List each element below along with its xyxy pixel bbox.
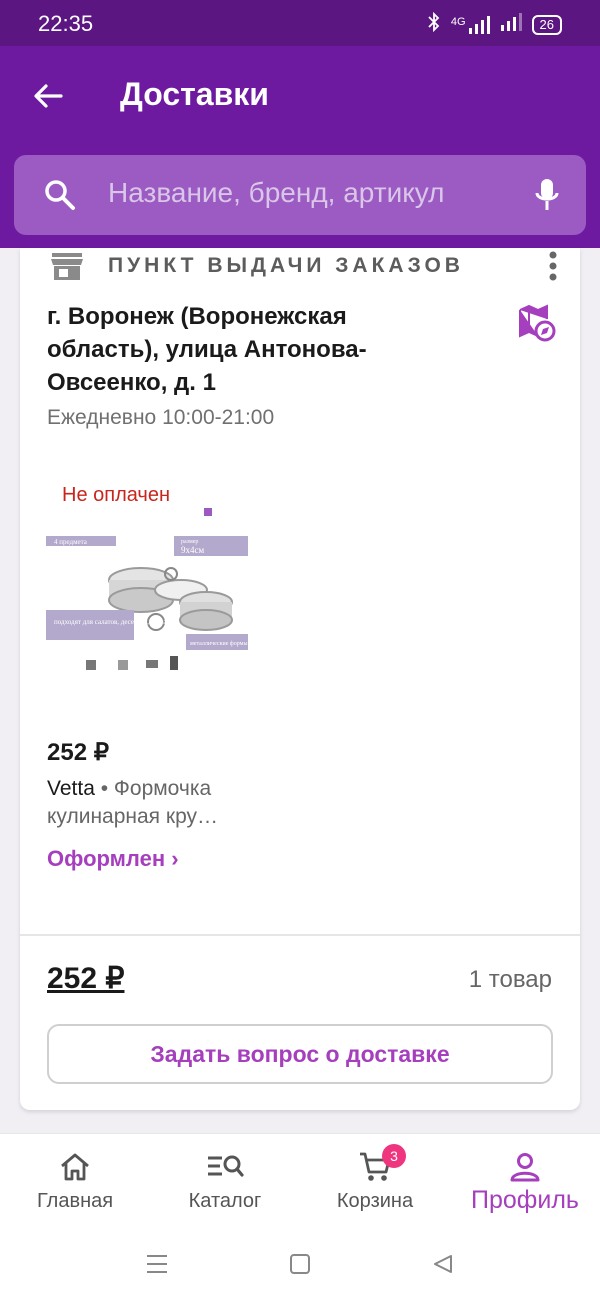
item-description[interactable]: Vetta • Формочка кулинарная кру… [47, 775, 267, 831]
more-vertical-icon[interactable] [546, 250, 560, 287]
bluetooth-icon [427, 11, 441, 37]
working-hours: Ежедневно 10:00-21:00 [47, 406, 275, 429]
catalog-search-icon [206, 1150, 244, 1184]
search-icon [42, 177, 76, 216]
image-label-size: 9х4см [181, 545, 204, 555]
order-status-link[interactable]: Оформлен › [47, 846, 179, 872]
delivery-type-label: ПУНКТ ВЫДАЧИ ЗАКАЗОВ [108, 254, 464, 277]
status-icons: 4G 26 [427, 11, 562, 37]
items-count: 1 товар [468, 966, 552, 993]
status-time: 22:35 [38, 11, 94, 36]
total-price: 252 ₽ [47, 962, 125, 995]
nav-cart[interactable]: 3 Корзина [300, 1134, 450, 1233]
pickup-address: г. Воронеж (Воронежская область), улица … [47, 303, 367, 396]
search-input[interactable] [108, 177, 518, 209]
item-price: 252 ₽ [47, 739, 109, 766]
signal-icon [500, 13, 522, 36]
signal-4g-icon: 4G [450, 15, 490, 34]
nav-home[interactable]: Главная [0, 1134, 150, 1233]
nav-catalog-label: Каталог [188, 1190, 262, 1212]
image-label-material: металлические формы [190, 640, 247, 647]
page-title: Доставки [120, 76, 269, 112]
search-bar[interactable] [14, 155, 586, 235]
image-label-usage: подходят для салатов, десертов, теста [54, 618, 167, 626]
delivery-card: ПУНКТ ВЫДАЧИ ЗАКАЗОВ г. Воронеж (Воронеж… [20, 248, 580, 1110]
home-icon [59, 1150, 91, 1184]
map-location-icon[interactable] [518, 304, 556, 347]
back-triangle-icon[interactable] [432, 1253, 454, 1280]
divider [20, 934, 580, 936]
menu-icon[interactable] [145, 1253, 169, 1280]
battery-indicator: 26 [531, 14, 562, 35]
bottom-navigation: Главная Каталог 3 Корзина Профиль [0, 1133, 600, 1233]
back-button[interactable] [28, 76, 68, 116]
profile-icon [509, 1150, 541, 1184]
nav-catalog[interactable]: Каталог [150, 1134, 300, 1233]
item-brand: Vetta [47, 777, 95, 800]
ask-delivery-question-button[interactable]: Задать вопрос о доставке [47, 1024, 553, 1084]
system-navigation-bar [0, 1233, 600, 1299]
nav-profile-label: Профиль [471, 1186, 579, 1214]
product-image[interactable]: 4 предмета размер 9х4см подходят для сал… [46, 462, 248, 682]
item-separator: • [94, 777, 114, 800]
nav-profile[interactable]: Профиль [450, 1134, 600, 1233]
cart-count-badge: 3 [382, 1144, 406, 1168]
image-label-pieces: 4 предмета [54, 538, 88, 546]
cart-icon: 3 [358, 1144, 406, 1184]
nav-home-label: Главная [36, 1190, 114, 1212]
arrow-left-icon [34, 84, 63, 108]
nav-cart-label: Корзина [336, 1190, 414, 1212]
network-type: 4G [450, 15, 466, 28]
home-square-icon[interactable] [289, 1253, 311, 1280]
payment-status-badge: Не оплачен [60, 484, 173, 507]
storefront-icon [50, 250, 84, 287]
app-bar: Доставки [0, 46, 600, 248]
status-bar: 22:35 4G 26 [0, 0, 600, 46]
microphone-icon[interactable] [534, 177, 560, 218]
